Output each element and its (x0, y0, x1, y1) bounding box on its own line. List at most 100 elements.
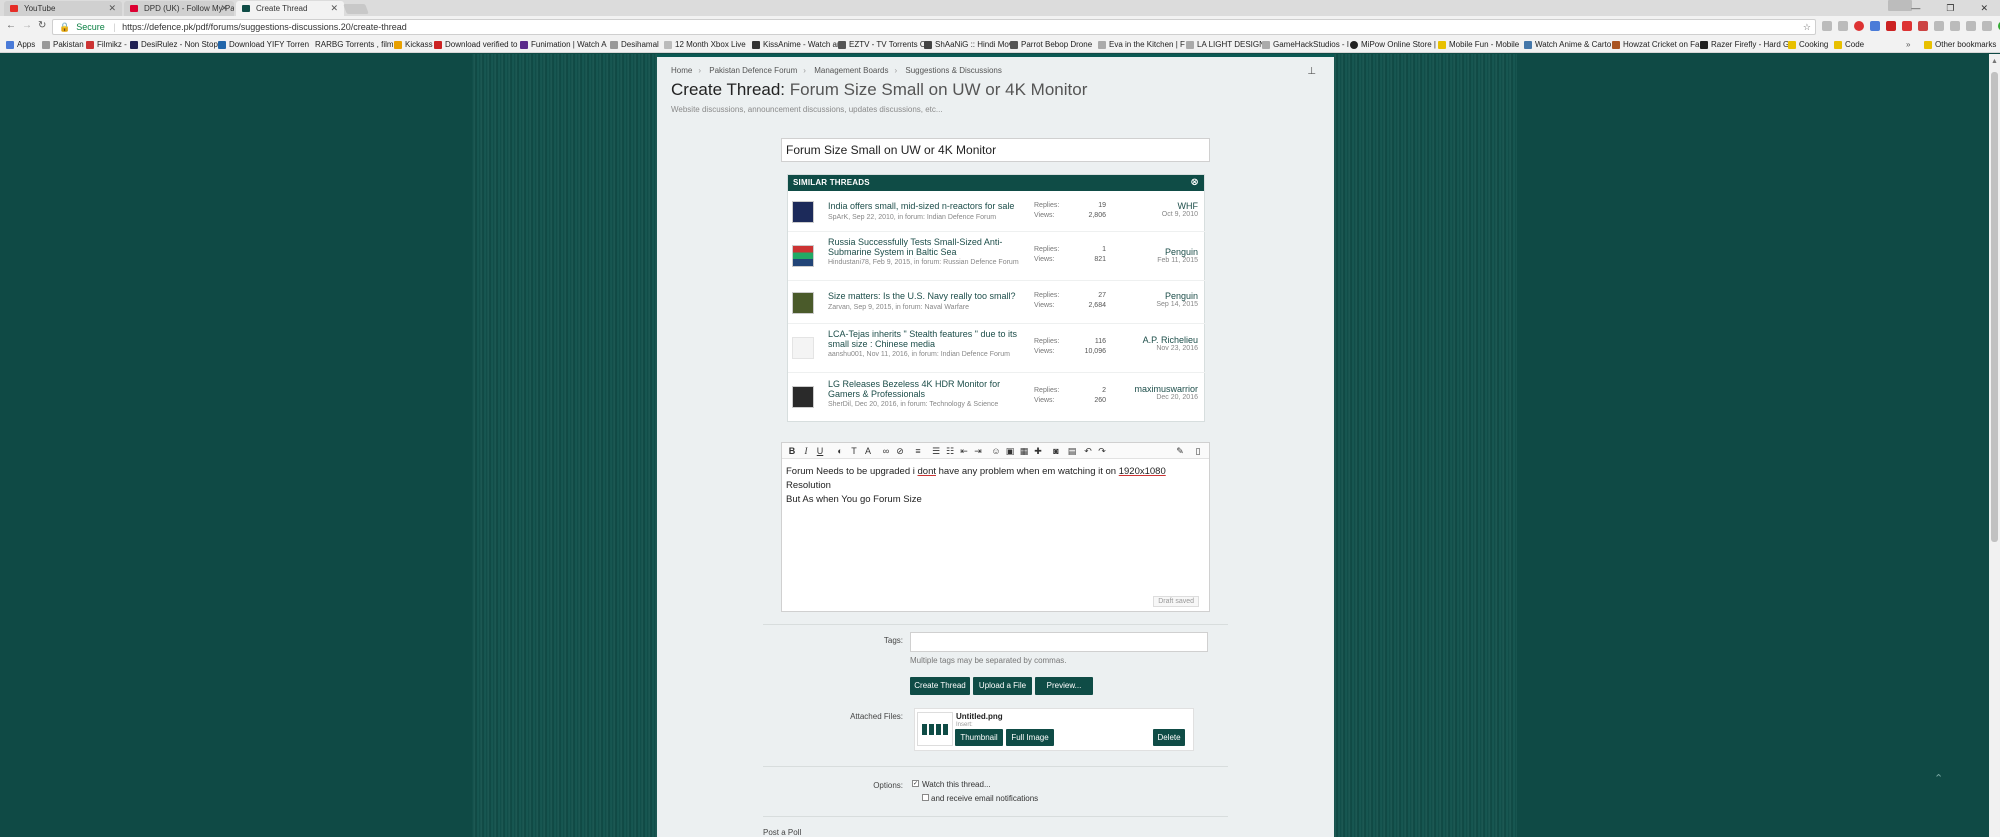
breadcrumb-management-boards[interactable]: Management Boards (814, 66, 888, 75)
similar-thread-title[interactable]: LG Releases Bezeless 4K HDR Monitor for … (828, 379, 1028, 399)
watch-thread-checkbox[interactable]: ✓ (912, 780, 919, 787)
tab-create-thread[interactable]: Create Thread ✕ (236, 1, 344, 16)
extension-icon[interactable] (1918, 21, 1928, 31)
preview-button[interactable]: Preview... (1035, 677, 1093, 695)
insert-thumbnail-button[interactable]: Thumbnail (955, 729, 1003, 746)
email-notifications-label[interactable]: and receive email notifications (931, 794, 1038, 803)
bookmark-item[interactable]: Funimation | Watch A (520, 38, 607, 52)
bookmark-item[interactable]: KissAnime - Watch ar (752, 38, 840, 52)
avatar[interactable] (792, 337, 814, 359)
draft-icon[interactable]: ▤ (1066, 445, 1078, 457)
last-post-user[interactable]: WHF (1098, 201, 1199, 211)
bookmark-item[interactable]: Filmikz - (86, 38, 127, 52)
extension-icon[interactable] (1822, 21, 1832, 31)
bookmark-item[interactable]: GameHackStudios - I (1262, 38, 1349, 52)
similar-thread-title[interactable]: Size matters: Is the U.S. Navy really to… (828, 291, 1028, 301)
bookmark-item[interactable]: RARBG Torrents , film (304, 38, 394, 52)
extension-icon[interactable] (1870, 21, 1880, 31)
new-tab-button[interactable] (343, 4, 369, 14)
outdent-icon[interactable]: ⇤ (958, 445, 970, 457)
email-notifications-checkbox[interactable] (922, 794, 929, 801)
last-post-user[interactable]: maximuswarrior (1098, 384, 1198, 394)
avatar[interactable] (792, 386, 814, 408)
image-icon[interactable]: ▣ (1004, 445, 1016, 457)
tab-dpd[interactable]: DPD (UK) - Follow My Pa ✕ (124, 1, 234, 16)
bold-icon[interactable]: B (786, 445, 798, 457)
restore-icon[interactable]: ❐ (1946, 0, 1954, 16)
camera-icon[interactable]: ◙ (1050, 445, 1062, 457)
url-input[interactable]: 🔒 Secure | https://defence.pk/pdf/forums/… (52, 19, 1816, 35)
bookmark-item[interactable]: Download verified to (434, 38, 517, 52)
bookmark-item[interactable]: Watch Anime & Carto (1524, 38, 1611, 52)
smilie-icon[interactable]: ☺ (990, 445, 1002, 457)
chevron-right-icon[interactable]: » (1906, 38, 1910, 52)
avatar[interactable] (792, 292, 814, 314)
extension-icon[interactable] (1854, 21, 1864, 31)
similar-thread-title[interactable]: Russia Successfully Tests Small-Sized An… (828, 237, 1028, 257)
scroll-to-top-icon[interactable]: ⌃ (1934, 772, 1943, 785)
extension-icon[interactable] (1838, 21, 1848, 31)
last-post-user[interactable]: Penguin (1098, 247, 1198, 257)
font-family-icon[interactable]: A (862, 445, 874, 457)
thread-title-input[interactable]: Forum Size Small on UW or 4K Monitor (781, 138, 1210, 162)
bookmark-item[interactable]: Apps (6, 38, 35, 52)
back-icon[interactable]: ← (6, 20, 16, 31)
bookmark-folder[interactable]: Code (1834, 38, 1864, 52)
tags-input[interactable] (910, 632, 1208, 652)
bookmark-item[interactable]: DesiRulez - Non Stop (130, 38, 218, 52)
breadcrumb-pakistan-defence-forum[interactable]: Pakistan Defence Forum (709, 66, 797, 75)
similar-thread-title[interactable]: LCA-Tejas inherits " Stealth features " … (828, 329, 1028, 349)
close-icon[interactable]: ✕ (330, 1, 338, 16)
extension-icon[interactable] (1886, 21, 1896, 31)
insert-icon[interactable]: ✚ (1032, 445, 1044, 457)
numbered-list-icon[interactable]: ☷ (944, 445, 956, 457)
bookmark-item[interactable]: MiPow Online Store | (1350, 38, 1436, 52)
eraser-icon[interactable]: ✎ (1174, 445, 1186, 457)
extension-icon[interactable] (1982, 21, 1992, 31)
minimize-icon[interactable]: — (1911, 0, 1920, 16)
sitemap-icon[interactable]: ⊥ (1307, 66, 1316, 77)
bookmark-item[interactable]: LA LIGHT DESIGNS (1186, 38, 1270, 52)
align-icon[interactable]: ≡ (912, 445, 924, 457)
bookmark-item[interactable]: ShAaNiG :: Hindi Mov (924, 38, 1013, 52)
attachment-thumbnail[interactable] (917, 712, 953, 746)
bookmark-item[interactable]: Eva in the Kitchen | F (1098, 38, 1185, 52)
extension-icon[interactable] (1934, 21, 1944, 31)
bookmark-item[interactable]: 12 Month Xbox Live (664, 38, 746, 52)
bbcode-toggle-icon[interactable]: ▯ (1192, 445, 1204, 457)
media-icon[interactable]: ▦ (1018, 445, 1030, 457)
bookmark-item[interactable]: Desihamal (610, 38, 659, 52)
underline-icon[interactable]: U (814, 445, 826, 457)
bookmark-folder[interactable]: Other bookmarks (1924, 38, 1996, 52)
forward-icon[interactable]: → (22, 20, 32, 31)
bookmark-item[interactable]: Howzat Cricket on Fa (1612, 38, 1699, 52)
bookmark-item[interactable]: Pakistan (42, 38, 84, 52)
undo-icon[interactable]: ↶ (1082, 445, 1094, 457)
reload-icon[interactable]: ↻ (38, 20, 46, 31)
bookmark-item[interactable]: Razer Firefly - Hard G (1700, 38, 1789, 52)
link-icon[interactable]: ∞ (880, 445, 892, 457)
scroll-up-icon[interactable]: ▲ (1991, 58, 1998, 65)
last-post-user[interactable]: Penguin (1098, 291, 1198, 301)
breadcrumb-home[interactable]: Home (671, 66, 692, 75)
close-icon[interactable]: ✕ (220, 1, 228, 16)
italic-icon[interactable]: I (800, 445, 812, 457)
font-size-icon[interactable]: T (848, 445, 860, 457)
text-color-icon[interactable]: ◐ (834, 445, 846, 457)
editor-content[interactable]: Forum Needs to be upgraded i dont have a… (782, 459, 1209, 513)
delete-attachment-button[interactable]: Delete (1153, 729, 1185, 746)
bookmark-star-icon[interactable]: ☆ (1803, 20, 1811, 34)
redo-icon[interactable]: ↷ (1096, 445, 1108, 457)
bookmark-item[interactable]: Kickass (394, 38, 433, 52)
user-profile-chip[interactable] (1888, 0, 1912, 11)
bookmark-item[interactable]: Parrot Bebop Drone (1010, 38, 1092, 52)
similar-thread-title[interactable]: India offers small, mid-sized n-reactors… (828, 201, 1028, 211)
tab-youtube[interactable]: YouTube ✕ (4, 1, 122, 16)
avatar[interactable] (792, 245, 814, 267)
upload-file-button[interactable]: Upload a File (973, 677, 1032, 695)
bookmark-item[interactable]: Download YIFY Torren (218, 38, 309, 52)
unlink-icon[interactable]: ⊘ (894, 445, 906, 457)
insert-full-image-button[interactable]: Full Image (1006, 729, 1054, 746)
mail-icon[interactable] (1966, 21, 1976, 31)
avatar[interactable] (792, 201, 814, 223)
